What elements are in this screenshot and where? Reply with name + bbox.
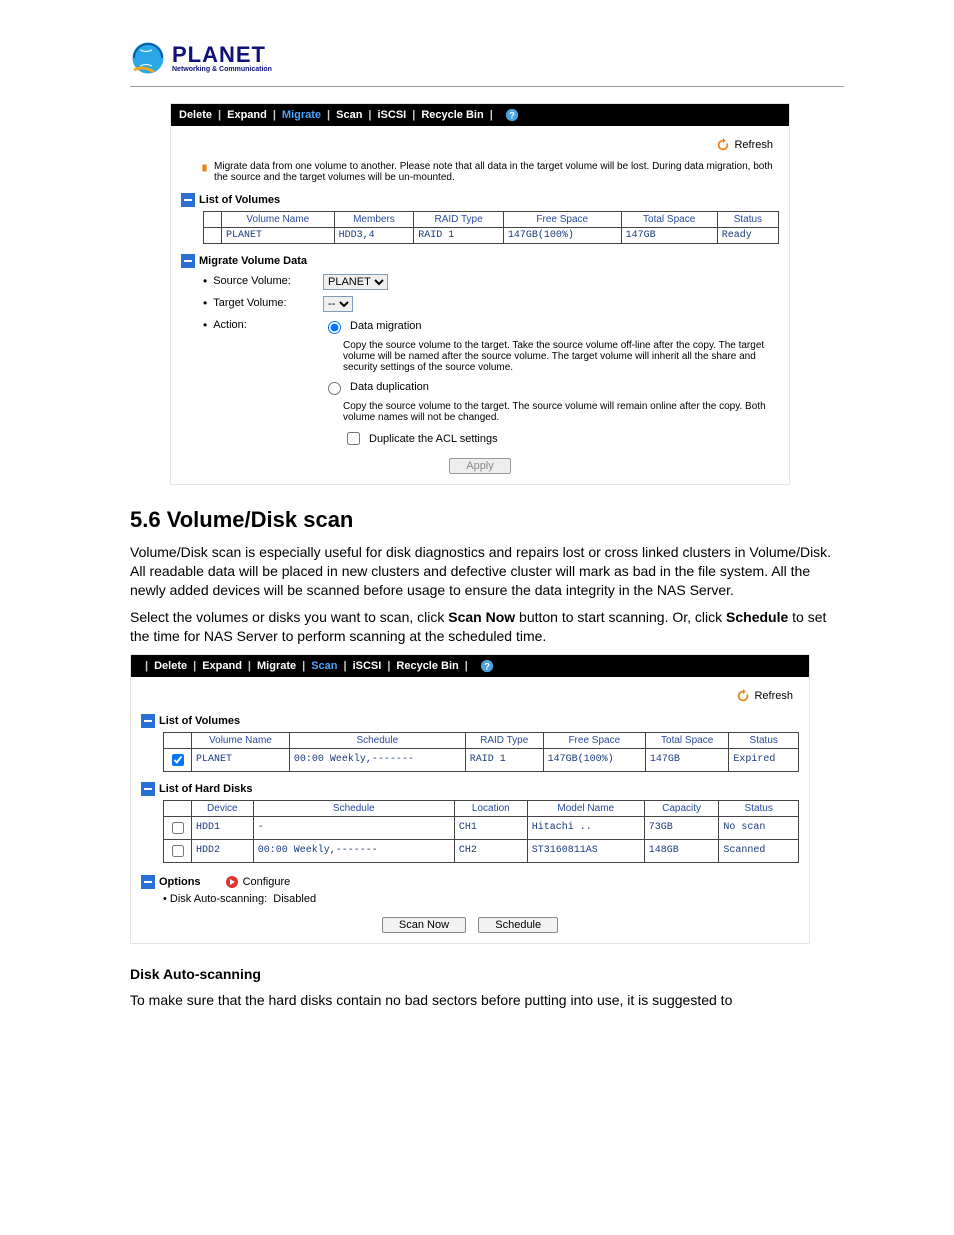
radio-duplication-input[interactable] (328, 382, 341, 395)
toolbar-expand[interactable]: Expand (227, 109, 267, 121)
row-checkbox[interactable] (172, 822, 184, 834)
source-volume-label: Source Volume: (203, 274, 313, 288)
configure-button[interactable]: Configure (225, 875, 291, 889)
scan-disks-table: Device Schedule Location Model Name Capa… (163, 800, 799, 863)
migrate-volumes-table: Volume Name Members RAID Type Free Space… (203, 211, 779, 244)
collapse-icon[interactable] (141, 875, 155, 889)
configure-icon (225, 875, 239, 889)
apply-button[interactable]: Apply (449, 458, 511, 474)
admin-toolbar: Delete| Expand| Migrate| Scan| iSCSI| Re… (171, 104, 789, 126)
acl-checkbox-row[interactable]: Duplicate the ACL settings (343, 429, 773, 448)
scan-volumes-table: Volume Name Schedule RAID Type Free Spac… (163, 732, 799, 772)
refresh-label: Refresh (754, 690, 793, 702)
refresh-label: Refresh (734, 139, 773, 151)
header-rule (130, 86, 844, 87)
list-of-volumes-header: List of Volumes (181, 193, 779, 207)
autoscan-status: Disk Auto-scanning: Disabled (163, 893, 799, 905)
row-checkbox[interactable] (172, 754, 184, 766)
toolbar-delete[interactable]: Delete (179, 109, 212, 121)
target-volume-select[interactable]: -- (323, 296, 353, 312)
footer-para: To make sure that the hard disks contain… (130, 991, 844, 1010)
action-label: Action: (203, 318, 313, 332)
migrate-form-header: Migrate Volume Data (181, 254, 779, 268)
toolbar-iscsi[interactable]: iSCSI (353, 660, 382, 672)
brand-logo: PLANET Networking & Communication (130, 40, 844, 76)
schedule-button[interactable]: Schedule (478, 917, 558, 933)
collapse-icon[interactable] (141, 714, 155, 728)
options-header: Options (141, 875, 201, 889)
help-icon[interactable]: ? (505, 108, 519, 122)
table-row[interactable]: PLANET HDD3,4 RAID 1 147GB(100%) 147GB R… (204, 228, 779, 244)
refresh-button[interactable]: Refresh (736, 689, 793, 703)
scan-panel: | Delete| Expand| Migrate| Scan| iSCSI| … (130, 654, 810, 944)
toolbar-scan[interactable]: Scan (336, 109, 362, 121)
row-checkbox[interactable] (172, 845, 184, 857)
toolbar-expand[interactable]: Expand (202, 660, 242, 672)
collapse-icon[interactable] (181, 193, 195, 207)
section-para-2: Select the volumes or disks you want to … (130, 608, 844, 646)
collapse-icon[interactable] (181, 254, 195, 268)
section-para-1: Volume/Disk scan is especially useful fo… (130, 543, 844, 600)
svg-text:?: ? (509, 111, 515, 122)
table-row[interactable]: PLANET 00:00 Weekly,------- RAID 1 147GB… (164, 748, 799, 771)
scan-volumes-header: List of Volumes (141, 714, 799, 728)
brand-tagline: Networking & Communication (172, 66, 272, 73)
table-row[interactable]: HDD2 00:00 Weekly,------- CH2 ST3160811A… (164, 839, 799, 862)
brand-name: PLANET (172, 44, 272, 66)
migrate-note: Migrate data from one volume to another.… (214, 161, 779, 183)
refresh-icon (716, 138, 730, 152)
collapse-icon[interactable] (141, 782, 155, 796)
radio-data-duplication[interactable]: Data duplication (323, 379, 773, 395)
toolbar-recycle[interactable]: Recycle Bin (421, 109, 483, 121)
refresh-icon (736, 689, 750, 703)
migration-desc: Copy the source volume to the target. Ta… (343, 340, 773, 373)
toolbar-delete[interactable]: Delete (154, 660, 187, 672)
scan-now-button[interactable]: Scan Now (382, 917, 466, 933)
toolbar-iscsi[interactable]: iSCSI (378, 109, 407, 121)
duplication-desc: Copy the source volume to the target. Th… (343, 401, 773, 423)
help-icon[interactable]: ? (480, 659, 494, 673)
toolbar-recycle[interactable]: Recycle Bin (396, 660, 458, 672)
table-row[interactable]: HDD1 - CH1 Hitachi .. 73GB No scan (164, 816, 799, 839)
source-volume-select[interactable]: PLANET (323, 274, 388, 290)
info-icon (201, 163, 208, 173)
scan-disks-header: List of Hard Disks (141, 782, 799, 796)
acl-checkbox[interactable] (347, 432, 360, 445)
admin-toolbar: | Delete| Expand| Migrate| Scan| iSCSI| … (131, 655, 809, 677)
toolbar-scan[interactable]: Scan (311, 660, 337, 672)
svg-text:?: ? (484, 661, 490, 672)
radio-data-migration[interactable]: Data migration (323, 318, 773, 334)
globe-icon (130, 40, 166, 76)
refresh-button[interactable]: Refresh (716, 138, 773, 152)
migrate-panel: Delete| Expand| Migrate| Scan| iSCSI| Re… (170, 103, 790, 485)
toolbar-migrate[interactable]: Migrate (257, 660, 296, 672)
toolbar-migrate[interactable]: Migrate (282, 109, 321, 121)
section-heading: 5.6 Volume/Disk scan (130, 507, 844, 533)
target-volume-label: Target Volume: (203, 296, 313, 310)
radio-migration-input[interactable] (328, 321, 341, 334)
footer-heading: Disk Auto-scanning (130, 966, 844, 983)
